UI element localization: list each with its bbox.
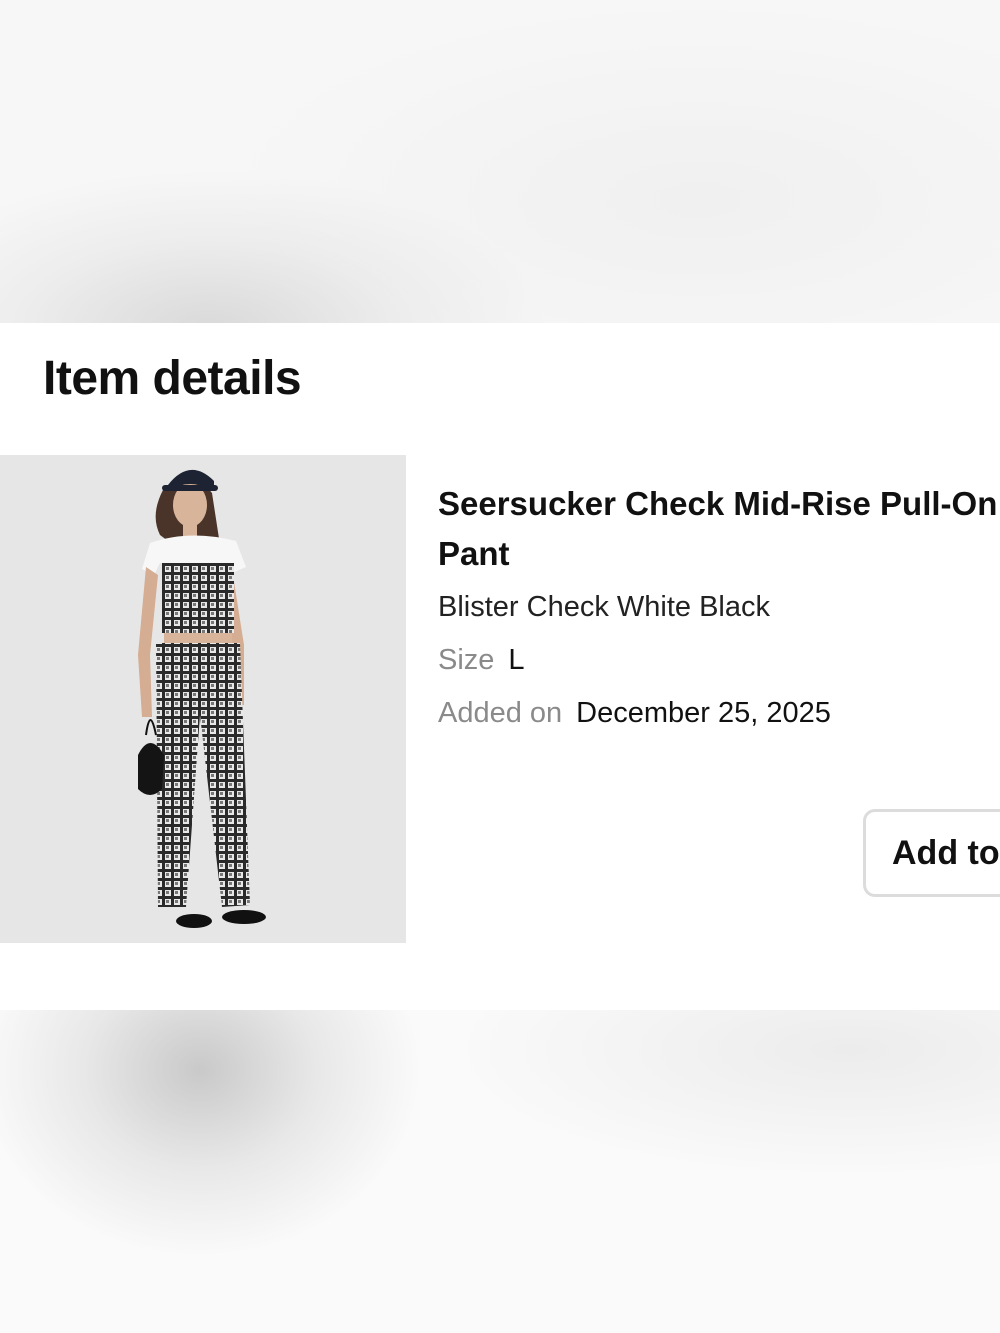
product-image[interactable]	[0, 455, 406, 943]
item-color: Blister Check White Black	[438, 591, 770, 623]
item-added-row: Added on December 25, 2025	[438, 695, 998, 731]
added-on-label: Added on	[438, 697, 563, 729]
model-photo-icon	[0, 455, 406, 943]
size-value: L	[508, 644, 525, 676]
item-title[interactable]: Seersucker Check Mid-Rise Pull-On Pant	[438, 479, 998, 579]
blurred-background-bottom	[0, 1010, 1000, 1333]
item-details-card: Item details Seersucker Check Mid-Rise P…	[0, 323, 1000, 1010]
size-label: Size	[438, 644, 495, 676]
item-size-row: Size L	[438, 642, 998, 678]
add-to-bag-button[interactable]: Add to	[863, 809, 1000, 897]
added-on-date: December 25, 2025	[576, 697, 831, 729]
item-info: Seersucker Check Mid-Rise Pull-On Pant B…	[438, 479, 998, 731]
blurred-background-top	[0, 0, 1000, 323]
section-heading: Item details	[43, 352, 302, 405]
